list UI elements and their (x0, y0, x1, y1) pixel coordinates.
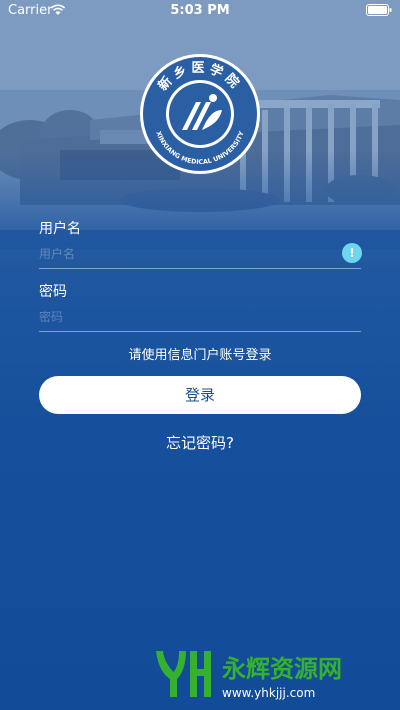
password-input[interactable] (39, 305, 339, 329)
watermark-logo: 永辉资源网 www.yhkjjj.com (156, 651, 342, 700)
username-input[interactable] (39, 242, 339, 266)
info-icon[interactable]: ! (342, 243, 362, 263)
watermark-brand: 永辉资源网 (222, 655, 342, 683)
password-underline (39, 331, 361, 332)
university-logo: 新乡医学院 XINXIANG MEDICAL UNIVERSITY (140, 54, 260, 174)
status-bar: Carrier 5:03 PM (0, 0, 400, 22)
password-label: 密码 (39, 284, 67, 300)
watermark-url: www.yhkjjj.com (222, 686, 315, 700)
login-button[interactable]: 登录 (39, 376, 361, 414)
username-underline (39, 268, 361, 269)
forgot-password-link[interactable]: 忘记密码? (0, 432, 400, 453)
login-hint: 请使用信息门户账号登录 (128, 348, 272, 363)
username-label: 用户名 (39, 221, 81, 237)
login-screen: Carrier 5:03 PM 新乡医学院 XINXIANG MEDICAL U… (0, 0, 400, 710)
status-time: 5:03 PM (170, 3, 230, 18)
battery-icon (366, 4, 392, 16)
